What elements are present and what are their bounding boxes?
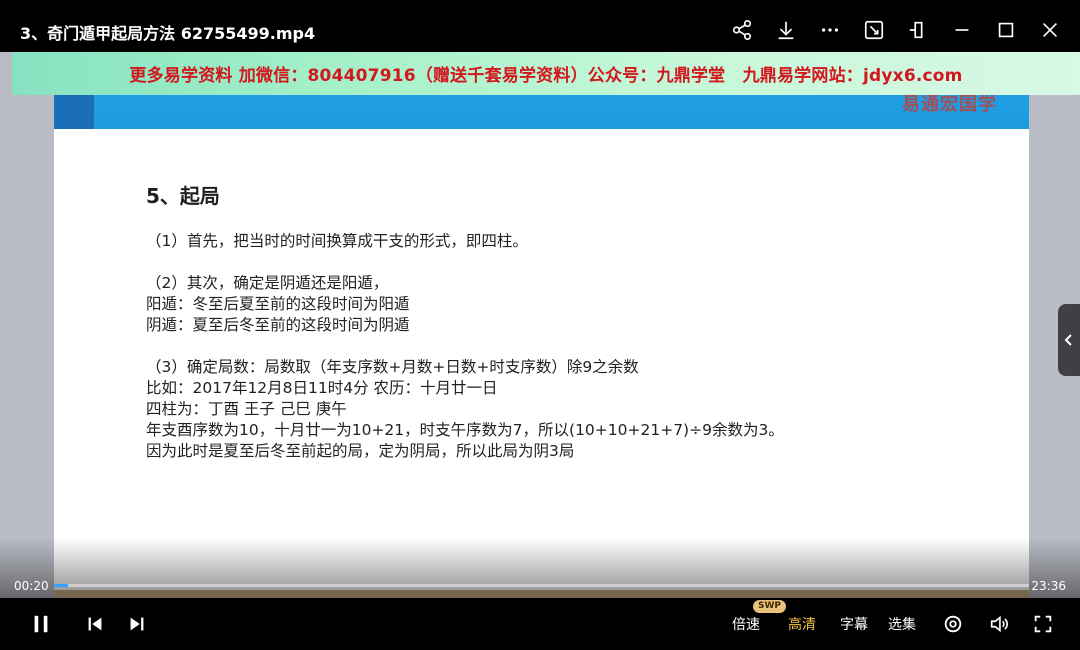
- side-panel-toggle[interactable]: [1058, 304, 1080, 376]
- progress-fill: [54, 584, 68, 587]
- download-icon[interactable]: [770, 14, 802, 46]
- slide-line: （1）首先，把当时的时间换算成干支的形式，即四柱。: [146, 232, 528, 250]
- skip-next-icon: [130, 617, 144, 631]
- slide-line: （2）其次，确定是阴遁还是阳遁，: [146, 274, 389, 292]
- slide-heading: 5、起局: [146, 184, 220, 208]
- minimize-icon[interactable]: [946, 14, 978, 46]
- bottom-gradient: [0, 538, 1080, 598]
- progress-bar[interactable]: [54, 584, 1029, 587]
- slide-content: 5、起局 （1）首先，把当时的时间换算成干支的形式，即四柱。 （2）其次，确定是…: [146, 180, 784, 462]
- slide-line: 因为此时是夏至后冬至前起的局，定为阴局，所以此局为阴3局: [146, 442, 575, 460]
- fullscreen-button[interactable]: [1030, 598, 1056, 650]
- slide-line: 四柱为：丁酉 王子 己巳 庚午: [146, 400, 347, 418]
- watermark-text: 更多易学资料 加微信：804407916（赠送千套易学资料）公众号：九鼎学堂 九…: [129, 66, 963, 86]
- watermark-banner: 更多易学资料 加微信：804407916（赠送千套易学资料）公众号：九鼎学堂 九…: [12, 52, 1080, 95]
- close-icon[interactable]: [1034, 14, 1066, 46]
- current-time: 00:20: [14, 579, 49, 593]
- target-icon: [944, 615, 962, 633]
- more-icon[interactable]: [814, 14, 846, 46]
- slide-line: 阳遁：冬至后夏至前的这段时间为阳遁: [146, 295, 410, 313]
- episodes-button[interactable]: 选集: [882, 598, 922, 650]
- slide-line: （3）确定局数：局数取（年支序数+月数+日数+时支序数）除9之余数: [146, 358, 639, 376]
- fullscreen-icon: [1034, 615, 1052, 633]
- share-icon[interactable]: [726, 14, 758, 46]
- skip-previous-icon: [88, 617, 102, 631]
- video-frame[interactable]: 易通宏国学 5、起局 （1）首先，把当时的时间换算成干支的形式，即四柱。 （2）…: [0, 52, 1080, 598]
- previous-button[interactable]: [82, 598, 108, 650]
- control-bar: 倍速 SWP 高清 字幕 选集: [0, 598, 1080, 650]
- pause-button[interactable]: [26, 598, 56, 650]
- pin-icon[interactable]: [902, 14, 934, 46]
- pip-icon[interactable]: [858, 14, 890, 46]
- window-controls: [726, 14, 1066, 46]
- title-bar: 3、奇门遁甲起局方法 62755499.mp4: [0, 0, 1080, 52]
- volume-icon: [990, 615, 1008, 633]
- quality-button[interactable]: 高清: [782, 598, 822, 650]
- total-duration: 23:36: [1031, 579, 1066, 593]
- maximize-icon[interactable]: [990, 14, 1022, 46]
- mirror-button[interactable]: [940, 598, 966, 650]
- slide-line: 阴遁：夏至后冬至前的这段时间为阴遁: [146, 316, 410, 334]
- video-title: 3、奇门遁甲起局方法 62755499.mp4: [20, 24, 316, 43]
- volume-button[interactable]: [986, 598, 1012, 650]
- pause-icon: [34, 615, 48, 633]
- subtitle-button[interactable]: 字幕: [834, 598, 874, 650]
- next-button[interactable]: [124, 598, 150, 650]
- slide-line: 比如：2017年12月8日11时4分 农历：十月廿一日: [146, 379, 498, 397]
- slide-floor-strip: [54, 590, 1029, 598]
- chevron-left-icon: [1064, 334, 1072, 346]
- presentation-slide: 易通宏国学 5、起局 （1）首先，把当时的时间换算成干支的形式，即四柱。 （2）…: [54, 52, 1029, 598]
- slide-line: 年支酉序数为10，十月廿一为10+21，时支午序数为7，所以(10+10+21+…: [146, 421, 784, 439]
